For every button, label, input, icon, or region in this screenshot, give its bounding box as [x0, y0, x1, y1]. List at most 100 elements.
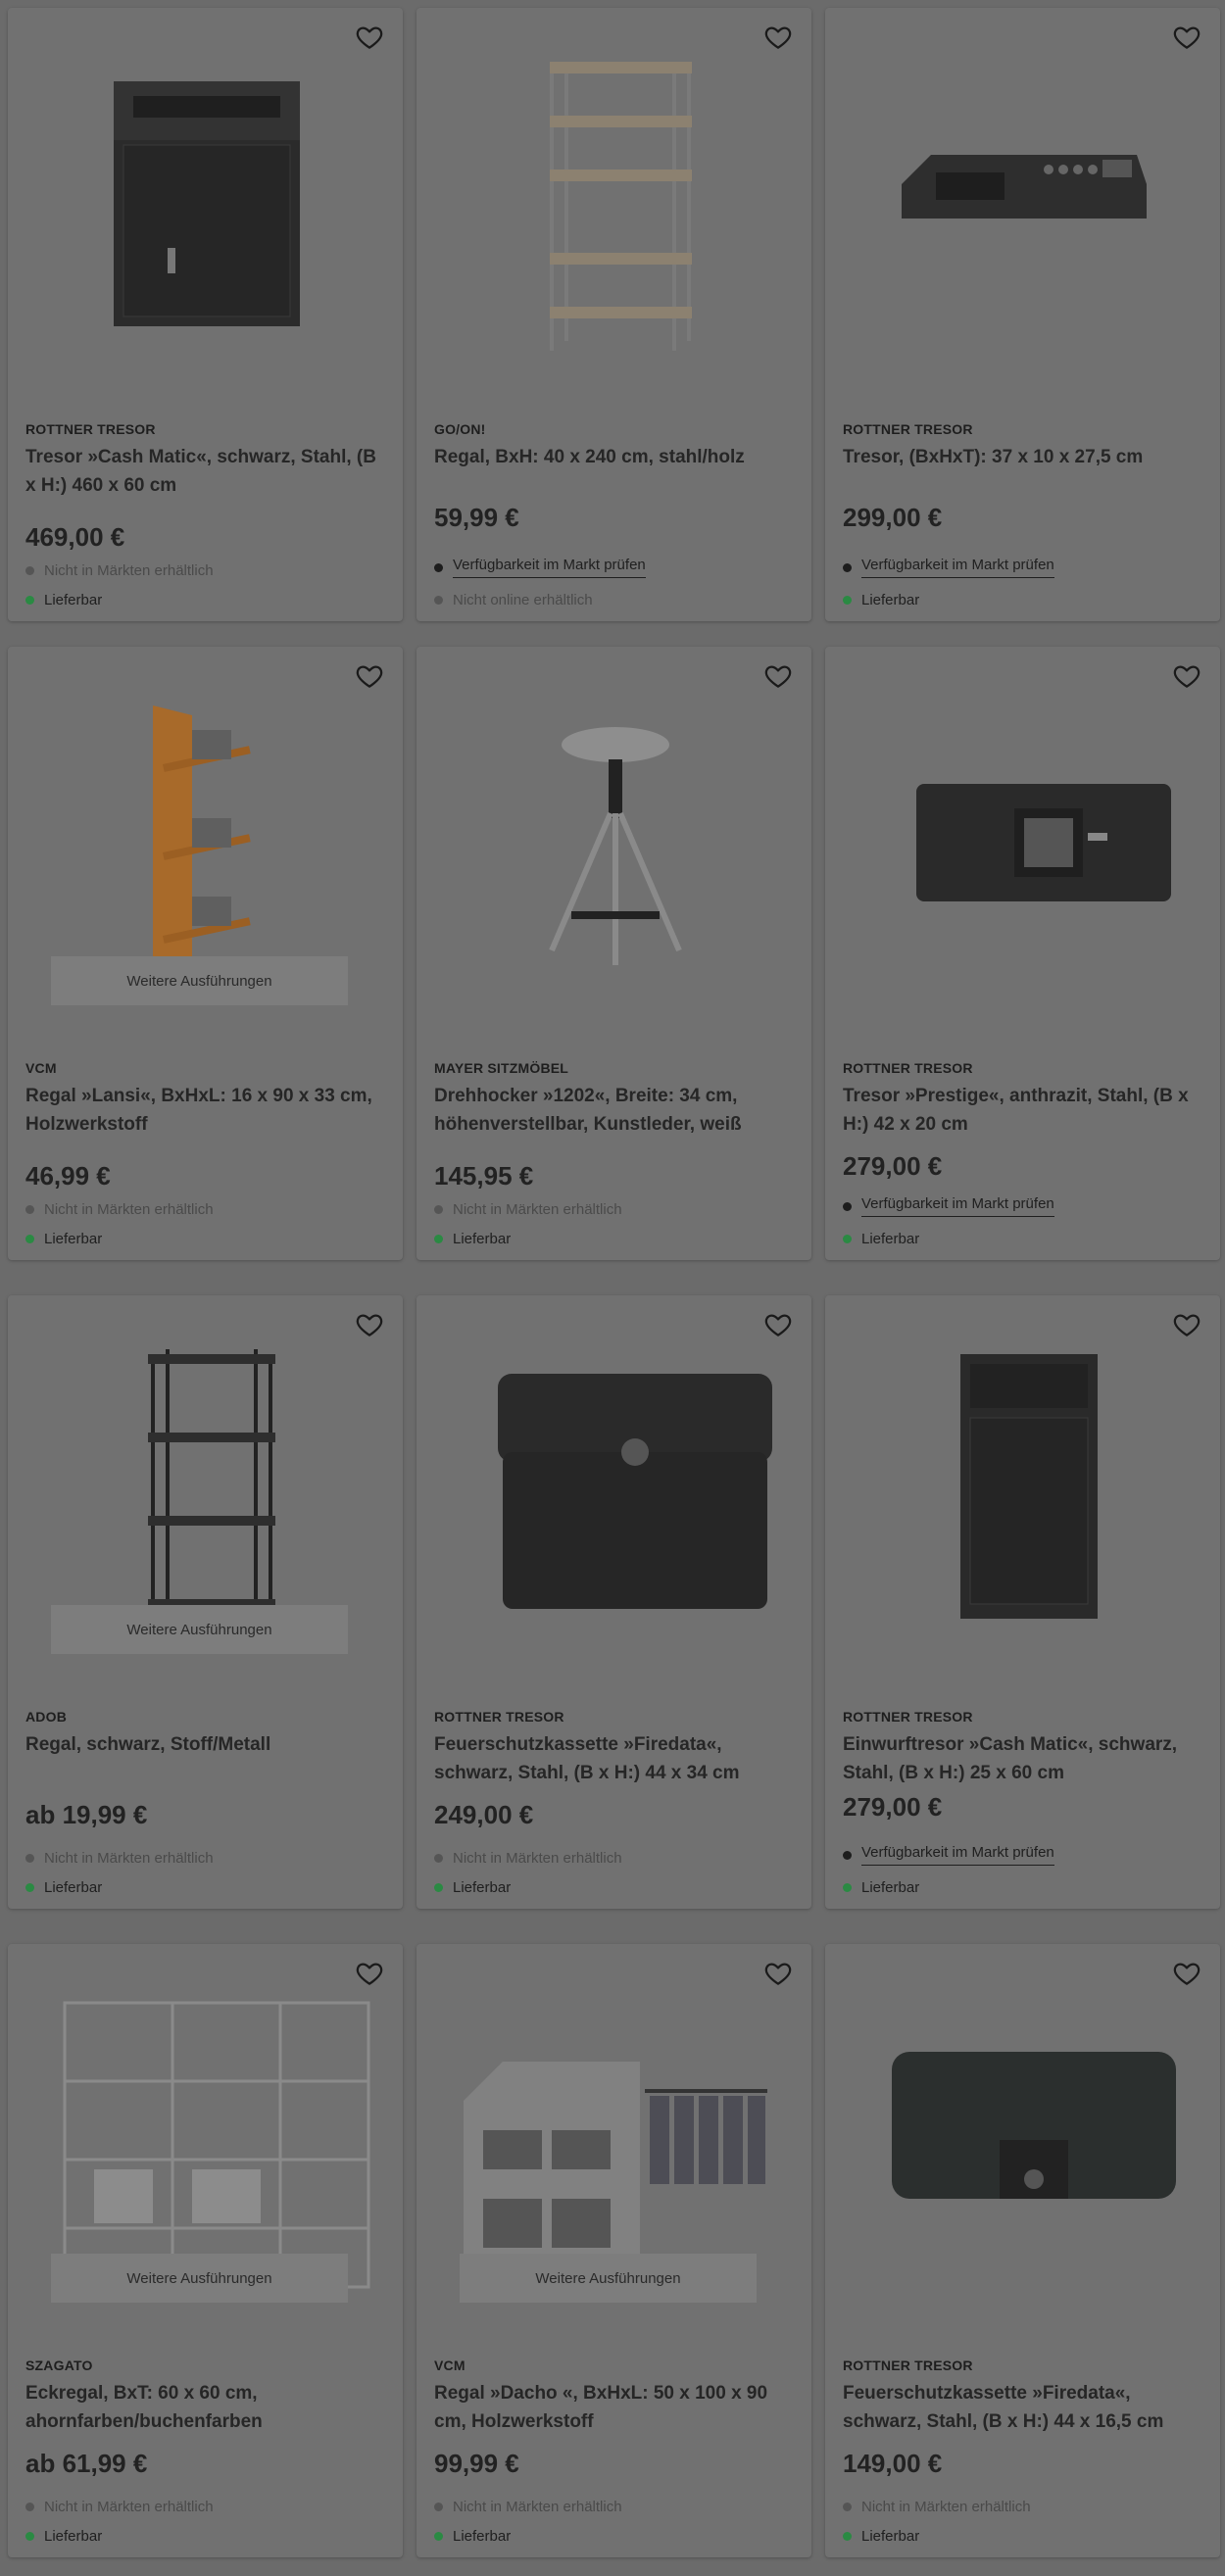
product-brand: VCM — [25, 1060, 57, 1076]
product-card[interactable]: ROTTNER TRESOR Tresor, (BxHxT): 37 x 10 … — [825, 8, 1220, 621]
online-availability-text: Lieferbar — [861, 1231, 920, 1247]
product-card[interactable]: ROTTNER TRESOR Tresor »Prestige«, anthra… — [825, 647, 1220, 1260]
store-availability: Nicht in Märkten erhältlich — [434, 2499, 622, 2515]
store-availability-text[interactable]: Verfügbarkeit im Markt prüfen — [453, 557, 646, 578]
more-variants-button[interactable]: Weitere Ausführungen — [51, 2254, 348, 2303]
status-dot-icon — [434, 596, 443, 605]
product-price: 99,99 € — [434, 2449, 519, 2478]
product-image[interactable] — [853, 47, 1193, 356]
online-availability-text: Lieferbar — [44, 1879, 103, 1896]
product-title[interactable]: Regal »Lansi«, BxHxL: 16 x 90 x 33 cm, H… — [25, 1082, 386, 1139]
status-dot-icon — [843, 1883, 852, 1892]
product-image[interactable] — [853, 686, 1193, 995]
product-price: 59,99 € — [434, 503, 519, 532]
product-image[interactable] — [444, 1335, 784, 1643]
online-availability-text: Lieferbar — [861, 1879, 920, 1896]
store-availability-text[interactable]: Verfügbarkeit im Markt prüfen — [861, 1195, 1054, 1217]
product-brand: MAYER SITZMÖBEL — [434, 1060, 569, 1076]
status-dot-icon — [434, 2503, 443, 2511]
online-availability: Lieferbar — [25, 592, 102, 608]
store-availability-text: Nicht in Märkten erhältlich — [453, 2499, 622, 2515]
product-image[interactable] — [35, 686, 375, 995]
status-dot-icon — [843, 2532, 852, 2541]
more-variants-button[interactable]: Weitere Ausführungen — [51, 1605, 348, 1654]
product-card[interactable]: ROTTNER TRESOR Einwurftresor »Cash Matic… — [825, 1295, 1220, 1909]
store-availability-text[interactable]: Verfügbarkeit im Markt prüfen — [861, 1844, 1054, 1866]
product-card[interactable]: Weitere Ausführungen VCM Regal »Dacho «,… — [416, 1944, 811, 2557]
store-availability-text[interactable]: Verfügbarkeit im Markt prüfen — [861, 557, 1054, 578]
product-image[interactable] — [35, 1335, 375, 1643]
product-card[interactable]: Weitere Ausführungen SZAGATO Eckregal, B… — [8, 1944, 403, 2557]
product-title[interactable]: Einwurftresor »Cash Matic«, schwarz, Sta… — [843, 1730, 1203, 1787]
product-title[interactable]: Tresor »Cash Matic«, schwarz, Stahl, (B … — [25, 443, 386, 500]
store-availability[interactable]: Verfügbarkeit im Markt prüfen — [843, 1195, 1054, 1217]
store-availability: Nicht in Märkten erhältlich — [25, 562, 214, 579]
store-availability[interactable]: Verfügbarkeit im Markt prüfen — [434, 557, 646, 578]
store-availability[interactable]: Verfügbarkeit im Markt prüfen — [843, 557, 1054, 578]
product-brand: SZAGATO — [25, 2357, 93, 2373]
online-availability: Lieferbar — [25, 1231, 102, 1247]
online-availability-text: Nicht online erhältlich — [453, 592, 593, 608]
product-title[interactable]: Eckregal, BxT: 60 x 60 cm, ahornfarben/b… — [25, 2379, 386, 2436]
product-card[interactable]: Weitere Ausführungen VCM Regal »Lansi«, … — [8, 647, 403, 1260]
status-dot-icon — [25, 1854, 34, 1863]
online-availability: Lieferbar — [843, 1879, 919, 1896]
online-availability: Lieferbar — [843, 1231, 919, 1247]
product-title[interactable]: Tresor, (BxHxT): 37 x 10 x 27,5 cm — [843, 443, 1203, 471]
online-availability: Lieferbar — [843, 2528, 919, 2545]
product-card[interactable]: Weitere Ausführungen ADOB Regal, schwarz… — [8, 1295, 403, 1909]
online-availability: Lieferbar — [25, 1879, 102, 1896]
status-dot-icon — [843, 596, 852, 605]
product-title[interactable]: Feuerschutzkassette »Firedata«, schwarz,… — [843, 2379, 1203, 2436]
product-title[interactable]: Drehhocker »1202«, Breite: 34 cm, höhenv… — [434, 1082, 795, 1139]
store-availability-text: Nicht in Märkten erhältlich — [861, 2499, 1031, 2515]
online-availability-text: Lieferbar — [44, 1231, 103, 1247]
store-availability[interactable]: Verfügbarkeit im Markt prüfen — [843, 1844, 1054, 1866]
product-image[interactable] — [35, 47, 375, 356]
status-dot-icon — [25, 1205, 34, 1214]
product-image[interactable] — [444, 47, 784, 356]
product-image[interactable] — [35, 1983, 375, 2292]
product-price: 299,00 € — [843, 503, 943, 532]
product-image[interactable] — [853, 1983, 1193, 2292]
product-card[interactable]: ROTTNER TRESOR Tresor »Cash Matic«, schw… — [8, 8, 403, 621]
product-image[interactable] — [853, 1335, 1193, 1643]
status-dot-icon — [25, 566, 34, 575]
product-title[interactable]: Regal, BxH: 40 x 240 cm, stahl/holz — [434, 443, 795, 471]
store-availability: Nicht in Märkten erhältlich — [25, 1201, 214, 1218]
online-availability: Lieferbar — [434, 1879, 511, 1896]
product-image[interactable] — [444, 686, 784, 995]
product-title[interactable]: Feuerschutzkassette »Firedata«, schwarz,… — [434, 1730, 795, 1787]
product-grid: ROTTNER TRESOR Tresor »Cash Matic«, schw… — [0, 0, 1225, 2576]
online-availability: Lieferbar — [434, 2528, 511, 2545]
status-dot-icon — [843, 1850, 852, 1860]
status-dot-icon — [843, 1201, 852, 1211]
status-dot-icon — [434, 1883, 443, 1892]
status-dot-icon — [434, 562, 443, 572]
product-brand: GO/ON! — [434, 421, 486, 437]
more-variants-button[interactable]: Weitere Ausführungen — [460, 2254, 757, 2303]
status-dot-icon — [25, 1883, 34, 1892]
product-title[interactable]: Regal »Dacho «, BxHxL: 50 x 100 x 90 cm,… — [434, 2379, 795, 2436]
status-dot-icon — [25, 2503, 34, 2511]
store-availability-text: Nicht in Märkten erhältlich — [453, 1201, 622, 1218]
product-title[interactable]: Regal, schwarz, Stoff/Metall — [25, 1730, 386, 1759]
product-image[interactable] — [444, 1983, 784, 2292]
status-dot-icon — [843, 1235, 852, 1243]
product-card[interactable]: MAYER SITZMÖBEL Drehhocker »1202«, Breit… — [416, 647, 811, 1260]
product-price: ab 61,99 € — [25, 2449, 148, 2478]
store-availability: Nicht in Märkten erhältlich — [25, 1850, 214, 1867]
online-availability-text: Lieferbar — [453, 1231, 512, 1247]
product-title[interactable]: Tresor »Prestige«, anthrazit, Stahl, (B … — [843, 1082, 1203, 1139]
product-brand: ADOB — [25, 1709, 68, 1725]
product-price: ab 19,99 € — [25, 1800, 148, 1829]
product-card[interactable]: ROTTNER TRESOR Feuerschutzkassette »Fire… — [825, 1944, 1220, 2557]
product-card[interactable]: ROTTNER TRESOR Feuerschutzkassette »Fire… — [416, 1295, 811, 1909]
status-dot-icon — [434, 1205, 443, 1214]
store-availability-text: Nicht in Märkten erhältlich — [44, 1850, 214, 1867]
status-dot-icon — [434, 1235, 443, 1243]
product-card[interactable]: GO/ON! Regal, BxH: 40 x 240 cm, stahl/ho… — [416, 8, 811, 621]
more-variants-button[interactable]: Weitere Ausführungen — [51, 956, 348, 1005]
store-availability: Nicht in Märkten erhältlich — [434, 1850, 622, 1867]
store-availability: Nicht in Märkten erhältlich — [25, 2499, 214, 2515]
